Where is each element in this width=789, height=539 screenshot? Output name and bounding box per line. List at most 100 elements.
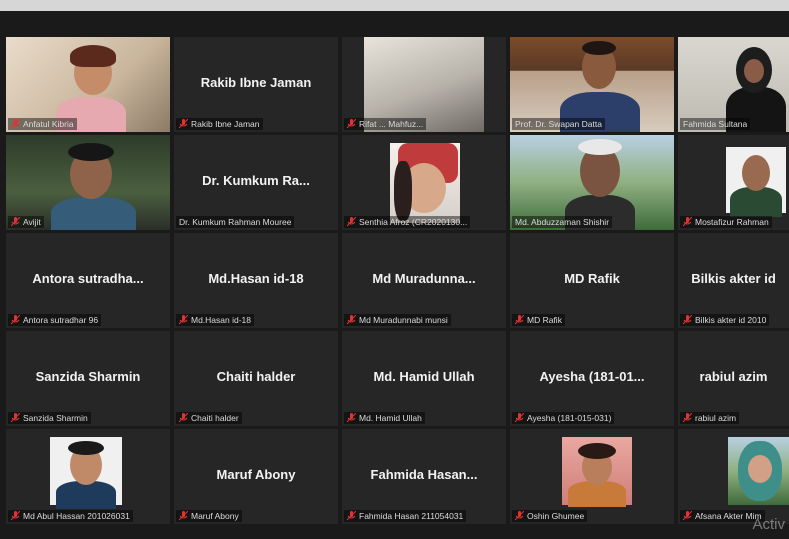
- participant-name: Anfatul Kibria: [23, 119, 74, 129]
- participant-namebar: Antora sutradhar 96: [8, 314, 102, 326]
- participant-tile[interactable]: Oshin Ghumee: [510, 429, 674, 524]
- participant-tile[interactable]: Avijit: [6, 135, 170, 230]
- participant-display-name: Md. Hamid Ullah: [373, 369, 475, 384]
- mic-muted-icon: [683, 511, 692, 521]
- participant-namebar: Oshin Ghumee: [512, 510, 588, 522]
- participant-name: Bilkis akter id 2010: [695, 315, 767, 325]
- participant-name: Md Abul Hassan 201026031: [23, 511, 130, 521]
- participant-name: Avijit: [23, 217, 41, 227]
- participant-tile[interactable]: Afsana Akter Mim: [678, 429, 789, 524]
- participant-namebar: Anfatul Kibria: [8, 118, 77, 130]
- mic-muted-icon: [11, 511, 20, 521]
- mic-muted-icon: [683, 413, 692, 423]
- participant-name: Md. Hamid Ullah: [359, 413, 422, 423]
- participant-name: Oshin Ghumee: [527, 511, 585, 521]
- participant-name: Maruf Abony: [191, 511, 239, 521]
- participant-name: MD Rafik: [527, 315, 562, 325]
- participant-tile[interactable]: Sanzida Sharmin Sanzida Sharmin: [6, 331, 170, 426]
- mic-muted-icon: [347, 315, 356, 325]
- participant-display-name: Maruf Abony: [216, 467, 296, 482]
- participant-namebar: Rakib Ibne Jaman: [176, 118, 263, 130]
- participant-namebar: Fahmida Hasan 211054031: [344, 510, 467, 522]
- participant-tile[interactable]: Md.Hasan id-18 Md.Hasan id-18: [174, 233, 338, 328]
- participant-tile[interactable]: rabiul azim rabiul azim: [678, 331, 789, 426]
- participant-namebar: Md. Abduzzaman Shishir: [512, 216, 613, 228]
- participant-namebar: Md Muradunnabi munsi: [344, 314, 451, 326]
- mic-muted-icon: [347, 119, 356, 129]
- participant-display-name: Chaiti halder: [216, 369, 296, 384]
- participant-tile[interactable]: Mostafizur Rahman: [678, 135, 789, 230]
- participant-name: Chaiti halder: [191, 413, 239, 423]
- participant-video: [50, 437, 122, 509]
- participant-name: Rakib Ibne Jaman: [191, 119, 260, 129]
- participant-display-name: Rakib Ibne Jaman: [200, 75, 312, 90]
- mic-muted-icon: [11, 413, 20, 423]
- participant-display-name: Md.Hasan id-18: [208, 271, 304, 286]
- participant-namebar: MD Rafik: [512, 314, 565, 326]
- participant-tile[interactable]: Dr. Kumkum Ra... Dr. Kumkum Rahman Moure…: [174, 135, 338, 230]
- mic-muted-icon: [179, 511, 188, 521]
- participant-tile[interactable]: Md. Abduzzaman Shishir: [510, 135, 674, 230]
- participant-tile[interactable]: Antora sutradha... Antora sutradhar 96: [6, 233, 170, 328]
- participant-name: Mostafizur Rahman: [695, 217, 769, 227]
- participant-name: Dr. Kumkum Rahman Mouree: [179, 217, 292, 227]
- top-toolbar: [0, 0, 789, 11]
- participant-video: [562, 437, 632, 507]
- participant-tile[interactable]: Fahmida Hasan... Fahmida Hasan 211054031: [342, 429, 506, 524]
- participant-video: [390, 143, 460, 223]
- mic-muted-icon: [179, 315, 188, 325]
- participant-name: Antora sutradhar 96: [23, 315, 99, 325]
- mic-muted-icon: [683, 315, 692, 325]
- participant-tile[interactable]: Maruf Abony Maruf Abony: [174, 429, 338, 524]
- activation-watermark: Activ: [752, 516, 785, 533]
- participant-grid: Anfatul Kibria Rakib Ibne Jaman Rakib Ib…: [6, 37, 789, 539]
- participant-video: [728, 437, 789, 505]
- participant-tile[interactable]: Ayesha (181-01... Ayesha (181-015-031): [510, 331, 674, 426]
- participant-tile[interactable]: MD Rafik MD Rafik: [510, 233, 674, 328]
- participant-display-name: Antora sutradha...: [32, 271, 144, 286]
- participant-display-name: Bilkis akter id: [691, 271, 776, 286]
- participant-tile[interactable]: Md Muradunna... Md Muradunnabi munsi: [342, 233, 506, 328]
- participant-tile[interactable]: Md Abul Hassan 201026031: [6, 429, 170, 524]
- participant-namebar: Ayesha (181-015-031): [512, 412, 615, 424]
- participant-tile[interactable]: Anfatul Kibria: [6, 37, 170, 132]
- participant-video: [726, 147, 786, 217]
- mic-muted-icon: [683, 217, 692, 227]
- mic-muted-icon: [515, 413, 524, 423]
- participant-namebar: Dr. Kumkum Rahman Mouree: [176, 216, 295, 228]
- mic-muted-icon: [347, 511, 356, 521]
- participant-display-name: Dr. Kumkum Ra...: [202, 173, 310, 188]
- participant-tile[interactable]: Md. Hamid Ullah Md. Hamid Ullah: [342, 331, 506, 426]
- participant-name: Md.Hasan id-18: [191, 315, 252, 325]
- participant-tile[interactable]: Prof. Dr. Swapan Datta: [510, 37, 674, 132]
- participant-name: Fahmida Sultana: [683, 119, 748, 129]
- participant-tile[interactable]: Senthia Afroz (CR2020130...: [342, 135, 506, 230]
- participant-namebar: Fahmida Sultana: [680, 118, 751, 130]
- participant-namebar: Prof. Dr. Swapan Datta: [512, 118, 605, 130]
- participant-tile[interactable]: Bilkis akter id Bilkis akter id 2010: [678, 233, 789, 328]
- participant-namebar: Chaiti halder: [176, 412, 242, 424]
- participant-tile[interactable]: Rifat ... Mahfuz...: [342, 37, 506, 132]
- participant-tile[interactable]: Rakib Ibne Jaman Rakib Ibne Jaman: [174, 37, 338, 132]
- mic-muted-icon: [515, 315, 524, 325]
- participant-namebar: Sanzida Sharmin: [8, 412, 91, 424]
- participant-display-name: Ayesha (181-01...: [539, 369, 645, 384]
- participant-display-name: MD Rafik: [564, 271, 620, 286]
- participant-display-name: Sanzida Sharmin: [35, 369, 141, 384]
- participant-display-name: Md Muradunna...: [372, 271, 476, 286]
- mic-muted-icon: [11, 315, 20, 325]
- participant-name: Senthia Afroz (CR2020130...: [359, 217, 468, 227]
- participant-namebar: Md Abul Hassan 201026031: [8, 510, 133, 522]
- participant-tile-active-speaker[interactable]: Fahmida Sultana: [678, 37, 789, 132]
- participant-name: Sanzida Sharmin: [23, 413, 88, 423]
- participant-name: Md Muradunnabi munsi: [359, 315, 448, 325]
- participant-name: rabiul azim: [695, 413, 737, 423]
- mic-muted-icon: [347, 217, 356, 227]
- participant-namebar: Rifat ... Mahfuz...: [344, 118, 427, 130]
- mic-muted-icon: [11, 217, 20, 227]
- mic-muted-icon: [11, 119, 20, 129]
- participant-tile[interactable]: Chaiti halder Chaiti halder: [174, 331, 338, 426]
- mic-muted-icon: [515, 511, 524, 521]
- participant-name: Rifat ... Mahfuz...: [359, 119, 424, 129]
- participant-namebar: Md. Hamid Ullah: [344, 412, 425, 424]
